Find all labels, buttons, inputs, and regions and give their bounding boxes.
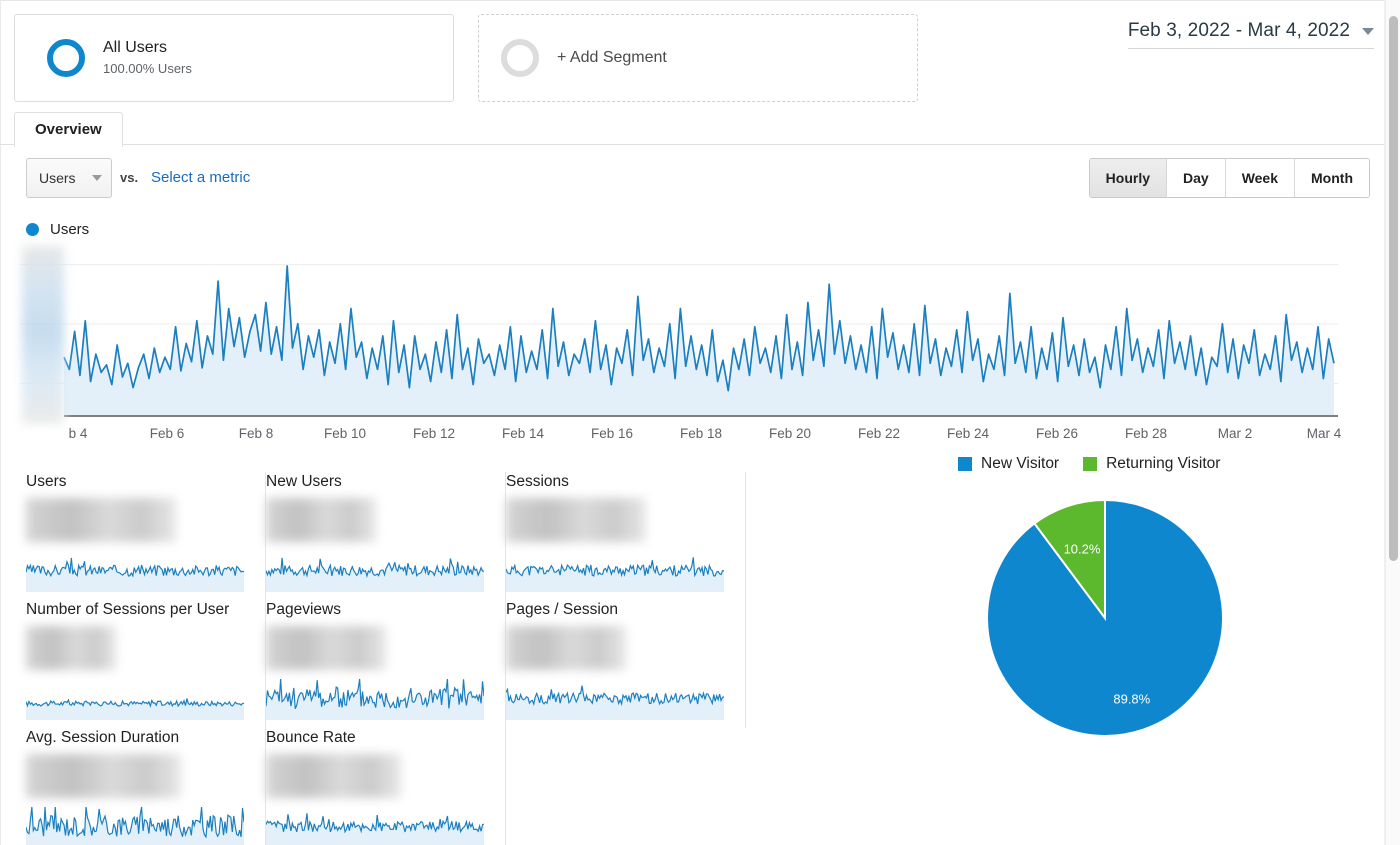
metric-card[interactable]: Pages / Session	[506, 600, 746, 728]
axis-tick-label: Feb 20	[768, 426, 812, 441]
analytics-audience-overview-page: All Users 100.00% Users + Add Segment Fe…	[0, 0, 1400, 845]
date-range-picker[interactable]: Feb 3, 2022 - Mar 4, 2022	[1127, 20, 1374, 49]
axis-tick-label: Feb 12	[412, 426, 456, 441]
chart-x-axis: b 4 Feb 6 Feb 8 Feb 10 Feb 12 Feb 14 Feb 16 Feb…	[20, 426, 1342, 452]
y-axis-redacted-block	[22, 246, 64, 424]
scrollbar-thumb[interactable]	[1389, 16, 1398, 561]
metric-card-title: Pages / Session	[506, 601, 619, 618]
axis-tick-label: Feb 14	[501, 426, 545, 441]
granularity-day[interactable]: Day	[1167, 159, 1226, 197]
metric-card[interactable]: Avg. Session Duration	[26, 728, 266, 845]
metric-card-title: Pageviews	[266, 601, 341, 618]
legend-label-new-visitor: New Visitor	[981, 455, 1060, 472]
tab-overview[interactable]: Overview	[14, 112, 123, 147]
axis-tick-label: Feb 22	[857, 426, 901, 441]
pie-legend-item-new-visitor: New Visitor	[958, 455, 1059, 473]
metric-card-value-redacted	[26, 626, 116, 670]
date-range-value: Feb 3, 2022 - Mar 4, 2022	[1127, 20, 1350, 41]
vs-label: vs.	[120, 170, 139, 185]
axis-tick-label: Mar 2	[1217, 426, 1253, 441]
metric-card-sparkline	[266, 678, 484, 720]
metric-card-row: Avg. Session Duration Bounce Rate	[26, 728, 746, 845]
pie-slice-label: 10.2%	[1064, 542, 1101, 557]
visitor-type-pie-chart[interactable]: 89.8% 10.2%	[985, 498, 1225, 738]
metric-card[interactable]: Sessions	[506, 472, 746, 600]
metric-card[interactable]: New Users	[266, 472, 506, 600]
segment-ring-icon	[47, 39, 85, 77]
metric-card-value-redacted	[266, 626, 386, 670]
metric-card-title: New Users	[266, 473, 342, 490]
metric-card-sparkline	[266, 813, 484, 845]
granularity-week[interactable]: Week	[1225, 159, 1296, 197]
top-border	[0, 0, 1400, 1]
axis-tick-label: Feb 16	[590, 426, 634, 441]
metric-card-sparkline	[26, 806, 244, 845]
legend-swatch-returning-visitor	[1083, 457, 1098, 471]
metric-select-dropdown[interactable]: Users	[26, 158, 112, 198]
circle-outline-icon	[501, 39, 539, 77]
axis-tick-label: Feb 24	[946, 426, 990, 441]
axis-tick-label: b 4	[68, 426, 88, 441]
metric-card-sparkline	[266, 557, 484, 592]
chevron-down-icon	[1362, 27, 1374, 35]
tab-strip: Overview	[0, 112, 1400, 147]
chart-series-legend: Users	[26, 221, 89, 238]
pie-legend: New Visitor Returning Visitor	[958, 455, 1234, 473]
segment-name: All Users	[103, 39, 168, 56]
pie-legend-item-returning-visitor: Returning Visitor	[1083, 455, 1220, 473]
series-color-dot	[26, 223, 39, 236]
metric-card-title: Users	[26, 473, 67, 490]
legend-label-returning-visitor: Returning Visitor	[1106, 455, 1221, 472]
add-segment-button[interactable]: + Add Segment	[478, 14, 918, 102]
segment-percent: 100.00% Users	[103, 61, 192, 76]
segment-text: All Users 100.00% Users	[103, 38, 192, 78]
chevron-down-icon	[92, 175, 102, 181]
legend-swatch-new-visitor	[958, 457, 972, 471]
axis-tick-label: Feb 28	[1124, 426, 1168, 441]
metric-card-value-redacted	[26, 754, 181, 798]
metric-card-placeholder	[506, 728, 746, 845]
axis-tick-label: Feb 10	[323, 426, 367, 441]
metric-card-sparkline	[506, 557, 724, 592]
metric-card-value-redacted	[26, 498, 176, 542]
metric-card-title: Sessions	[506, 473, 569, 490]
metric-card-grid: Users New Users Sessions Number of Sessions…	[26, 472, 746, 845]
axis-tick-label: Feb 6	[149, 426, 185, 441]
metric-card[interactable]: Bounce Rate	[266, 728, 506, 845]
users-timeseries-chart[interactable]	[20, 243, 1338, 423]
select-metric-link[interactable]: Select a metric	[151, 169, 250, 186]
metric-card-value-redacted	[266, 498, 376, 542]
axis-tick-label: Mar 4	[1306, 426, 1342, 441]
metric-card-sparkline	[26, 698, 244, 720]
granularity-hourly[interactable]: Hourly	[1089, 159, 1167, 197]
metric-card[interactable]: Pageviews	[266, 600, 506, 728]
metric-card-value-redacted	[506, 626, 626, 670]
date-range-inner[interactable]: Feb 3, 2022 - Mar 4, 2022	[1127, 20, 1374, 49]
vertical-scrollbar[interactable]	[1385, 0, 1400, 845]
series-label: Users	[50, 221, 90, 238]
granularity-month[interactable]: Month	[1295, 159, 1369, 197]
axis-tick-label: Feb 26	[1035, 426, 1079, 441]
pie-slice-label: 89.8%	[1113, 692, 1150, 707]
metric-card-sparkline	[26, 557, 244, 592]
axis-tick-label: Feb 18	[679, 426, 723, 441]
metric-card-row: Number of Sessions per User Pageviews Page…	[26, 600, 746, 728]
add-segment-label: + Add Segment	[557, 49, 667, 66]
metric-card-row: Users New Users Sessions	[26, 472, 746, 600]
metric-card[interactable]: Number of Sessions per User	[26, 600, 266, 728]
metric-card[interactable]: Users	[26, 472, 266, 600]
chart-controls: Users vs. Select a metric Hourly Day Wee…	[0, 158, 1400, 206]
metric-card-title: Avg. Session Duration	[26, 729, 180, 746]
metric-card-sparkline	[506, 685, 724, 720]
metric-select-value: Users	[39, 170, 76, 186]
granularity-toggle-group: Hourly Day Week Month	[1088, 158, 1370, 198]
metric-card-title: Bounce Rate	[266, 729, 356, 746]
metric-card-value-redacted	[506, 498, 646, 542]
metric-card-value-redacted	[266, 754, 401, 798]
axis-tick-label: Feb 8	[238, 426, 274, 441]
metric-card-title: Number of Sessions per User	[26, 601, 230, 618]
segment-all-users[interactable]: All Users 100.00% Users	[14, 14, 454, 102]
